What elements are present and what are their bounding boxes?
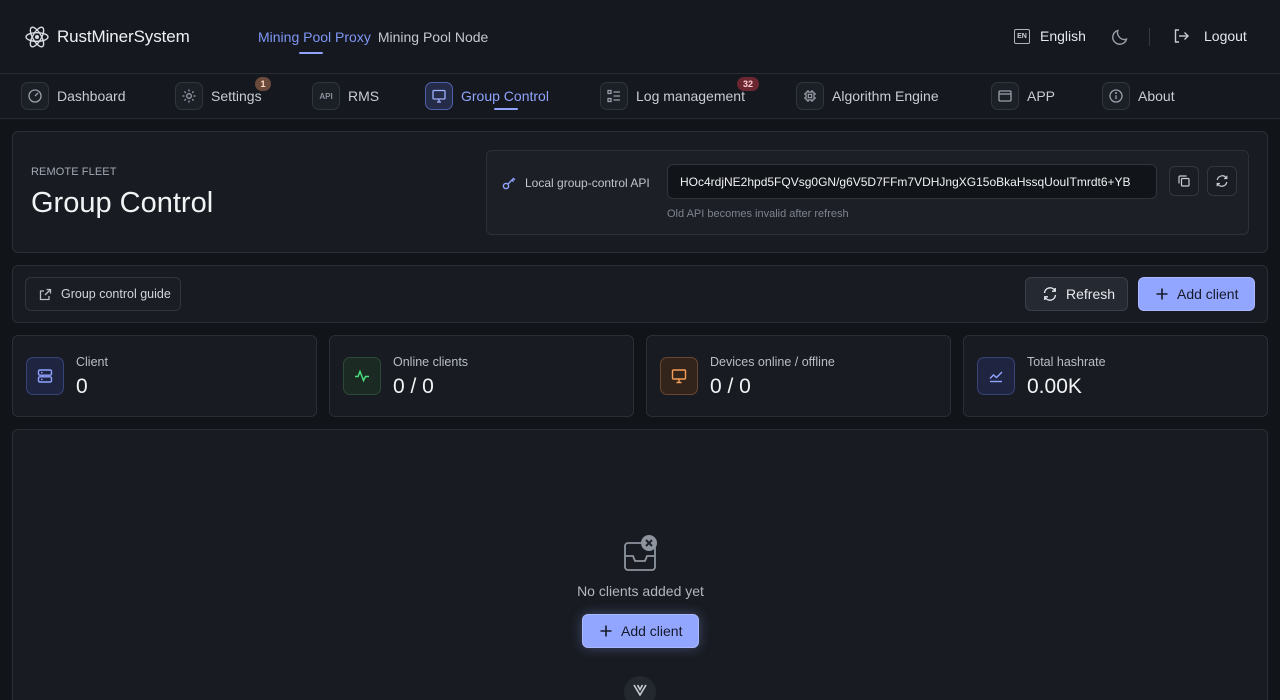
nav-about[interactable]: About <box>1102 82 1175 110</box>
clients-panel: No clients added yet Add client <box>12 429 1268 700</box>
top-header: RustMinerSystem Mining Pool Proxy Mining… <box>0 0 1280 74</box>
nav-dashboard[interactable]: Dashboard <box>21 82 126 110</box>
language-switcher[interactable]: EN English <box>1014 28 1086 44</box>
nav-group-control[interactable]: Group Control <box>425 82 549 110</box>
toolbar-panel: Group control guide Refresh Add client <box>12 265 1268 323</box>
atom-icon <box>24 24 50 50</box>
chevron-down-icon <box>633 684 647 697</box>
refresh-button[interactable]: Refresh <box>1025 277 1128 311</box>
log-badge: 32 <box>737 77 759 91</box>
top-nav-mining-pool-proxy[interactable]: Mining Pool Proxy <box>258 29 371 54</box>
nav-label: Algorithm Engine <box>832 88 939 104</box>
nav-log-management[interactable]: Log management <box>600 82 745 110</box>
nav-label: Dashboard <box>57 88 126 104</box>
api-key-field[interactable]: HOc4rdjNE2hpd5FQVsg0GN/g6V5D7FFm7VDHJngX… <box>667 164 1157 199</box>
trend-icon <box>977 357 1015 395</box>
api-label-wrap: Local group-control API <box>501 175 650 191</box>
nav-label: RMS <box>348 88 380 104</box>
group-control-guide-button[interactable]: Group control guide <box>25 277 181 311</box>
info-icon <box>1102 82 1130 110</box>
log-list-icon <box>600 82 628 110</box>
copy-icon <box>1178 175 1190 187</box>
stat-label: Total hashrate <box>1027 355 1106 369</box>
external-link-icon <box>39 288 52 300</box>
logout-button[interactable]: Logout <box>1172 27 1247 45</box>
nav-settings[interactable]: Settings <box>175 82 262 110</box>
stat-value: 0.00K <box>1027 375 1082 398</box>
empty-state-message: No clients added yet <box>577 583 704 599</box>
stat-card-client: Client 0 <box>12 335 317 417</box>
stat-card-hashrate: Total hashrate 0.00K <box>963 335 1268 417</box>
plus-icon <box>1156 288 1168 300</box>
empty-add-client-button[interactable]: Add client <box>582 614 699 648</box>
api-label: Local group-control API <box>525 176 650 190</box>
activity-icon <box>343 357 381 395</box>
window-icon <box>991 82 1019 110</box>
page-title: Group Control <box>31 187 214 219</box>
api-hint: Old API becomes invalid after refresh <box>667 208 849 220</box>
refresh-icon <box>1216 175 1228 187</box>
page-eyebrow: REMOTE FLEET <box>31 166 117 178</box>
floating-widget-button[interactable] <box>624 676 656 700</box>
nav-label: APP <box>1027 88 1056 104</box>
monitor-icon <box>660 357 698 395</box>
guide-label: Group control guide <box>61 287 171 301</box>
key-icon <box>502 177 516 190</box>
page-header-panel: REMOTE FLEET Group Control Local group-c… <box>12 131 1268 253</box>
top-nav: Mining Pool Proxy Mining Pool Node <box>258 29 495 54</box>
api-key-box: Local group-control API HOc4rdjNE2hpd5FQ… <box>486 150 1249 235</box>
nav-algorithm-engine[interactable]: Algorithm Engine <box>796 82 939 110</box>
brand-name: RustMinerSystem <box>57 27 190 46</box>
stat-label: Client <box>76 355 108 369</box>
regenerate-api-button[interactable] <box>1207 166 1237 196</box>
monitor-icon <box>425 82 453 110</box>
stat-label: Devices online / offline <box>710 355 835 369</box>
stat-label: Online clients <box>393 355 469 369</box>
add-client-label: Add client <box>1177 286 1239 302</box>
stat-card-devices: Devices online / offline 0 / 0 <box>646 335 951 417</box>
refresh-icon <box>1043 287 1057 301</box>
settings-badge: 1 <box>255 77 271 91</box>
add-client-button[interactable]: Add client <box>1138 277 1255 311</box>
nav-rms[interactable]: API RMS <box>312 82 379 110</box>
chip-icon <box>796 82 824 110</box>
nav-app[interactable]: APP <box>991 82 1055 110</box>
empty-inbox-icon <box>622 534 662 574</box>
header-divider <box>1149 28 1150 46</box>
api-icon: API <box>312 82 340 110</box>
top-nav-mining-pool-node[interactable]: Mining Pool Node <box>378 29 489 45</box>
language-label: English <box>1040 28 1086 44</box>
logout-icon <box>1174 29 1189 43</box>
stat-value: 0 <box>76 375 88 398</box>
main-nav: Dashboard Settings 1 API RMS Group Contr… <box>0 74 1280 119</box>
plus-icon <box>600 625 612 637</box>
empty-add-label: Add client <box>621 623 683 639</box>
nav-label: Group Control <box>461 88 549 110</box>
stat-value: 0 / 0 <box>393 375 434 398</box>
server-icon <box>26 357 64 395</box>
refresh-label: Refresh <box>1066 286 1116 302</box>
nav-label: Log management <box>636 88 745 104</box>
nav-label: About <box>1138 88 1175 104</box>
copy-api-button[interactable] <box>1169 166 1199 196</box>
gauge-icon <box>21 82 49 110</box>
moon-icon[interactable] <box>1110 27 1130 47</box>
logout-label: Logout <box>1204 28 1247 44</box>
nav-label: Settings <box>211 88 262 104</box>
stat-value: 0 / 0 <box>710 375 751 398</box>
brand[interactable]: RustMinerSystem <box>24 24 190 50</box>
stat-card-online-clients: Online clients 0 / 0 <box>329 335 634 417</box>
language-icon: EN <box>1014 28 1030 44</box>
gear-icon <box>175 82 203 110</box>
